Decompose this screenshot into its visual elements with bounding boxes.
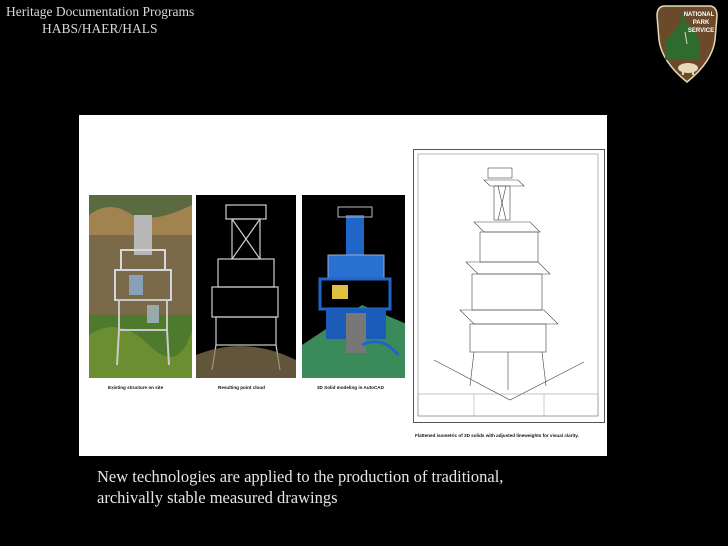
caption-existing-structure: Existing structure on site <box>108 385 164 390</box>
site-photo <box>89 195 192 378</box>
logo-text-park: PARK <box>693 20 710 26</box>
logo-text-national: NATIONAL <box>684 12 715 18</box>
logo-text-service: SERVICE <box>688 28 714 34</box>
caption-point-cloud: Resulting point cloud <box>218 385 265 390</box>
header-title: Heritage Documentation Programs <box>6 4 195 19</box>
slide-body-text: New technologies are applied to the prod… <box>97 466 617 508</box>
body-line-1: New technologies are applied to the prod… <box>97 467 504 486</box>
point-cloud-image <box>196 195 299 378</box>
caption-isometric: Flattened isometric of 3D solids with ad… <box>415 433 579 438</box>
figure-panel: Existing structure on site Resulting poi… <box>79 115 607 456</box>
caption-solid-modeling: 3D Solid modeling in AutoCAD <box>317 385 384 390</box>
body-line-2: archivally stable measured drawings <box>97 488 338 507</box>
isometric-drawing <box>413 149 605 423</box>
header-subtitle: HABS/HAER/HALS <box>42 21 158 36</box>
nps-arrowhead-icon: NATIONAL PARK SERVICE <box>656 5 718 83</box>
autocad-model-image <box>302 195 405 378</box>
